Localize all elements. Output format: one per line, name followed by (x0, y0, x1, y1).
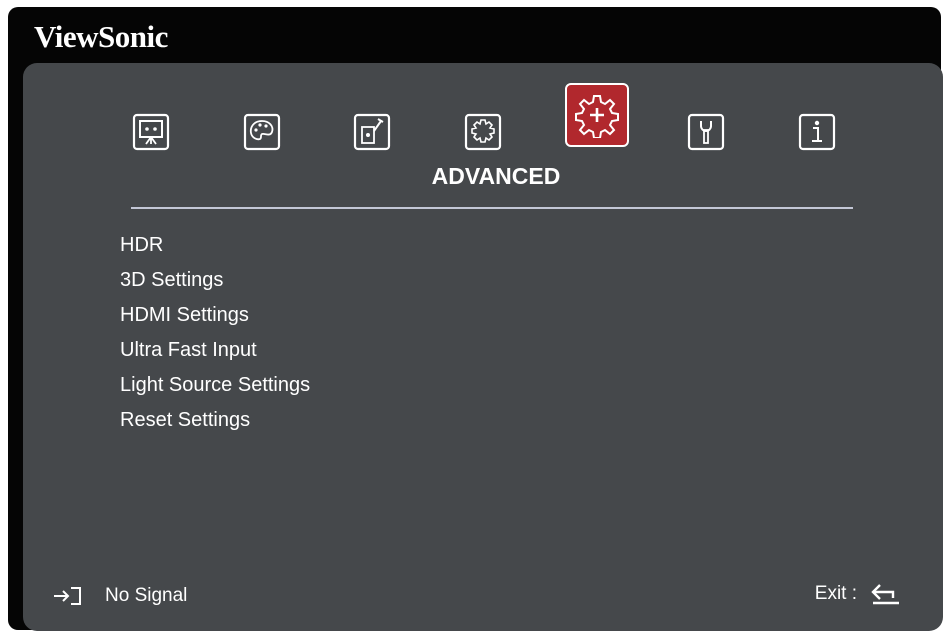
basic-gear-icon (464, 113, 502, 151)
tab-picture[interactable] (243, 113, 281, 151)
menu-item-hdr[interactable]: HDR (120, 233, 310, 268)
signal-status: No Signal (53, 585, 187, 607)
picture-palette-icon (243, 113, 281, 151)
tab-basic[interactable] (464, 113, 502, 151)
menu-item-3d-settings[interactable]: 3D Settings (120, 268, 310, 303)
tab-audio[interactable] (353, 113, 391, 151)
system-wrench-icon (687, 113, 725, 151)
menu-list: HDR 3D Settings HDMI Settings Ultra Fast… (120, 233, 310, 443)
input-source-icon (54, 587, 81, 605)
tab-information[interactable] (798, 113, 836, 151)
information-icon (798, 113, 836, 151)
osd-window: ViewSonic ADVANCED HDR 3D Settings HDMI … (8, 7, 943, 631)
divider (131, 207, 853, 209)
menu-item-hdmi-settings[interactable]: HDMI Settings (120, 303, 310, 338)
section-title: ADVANCED (431, 163, 561, 189)
menu-panel: ADVANCED HDR 3D Settings HDMI Settings U… (23, 63, 943, 631)
return-arrow-icon (871, 584, 899, 605)
exit-label: Exit : (814, 583, 857, 604)
menu-item-reset-settings[interactable]: Reset Settings (120, 408, 310, 443)
menu-item-ultra-fast-input[interactable]: Ultra Fast Input (120, 338, 310, 373)
display-icon (132, 113, 170, 151)
signal-status-text: No Signal (105, 585, 188, 606)
tab-display[interactable] (132, 113, 170, 151)
exit-hint[interactable]: Exit : (815, 583, 901, 605)
advanced-gear-icon (575, 95, 619, 138)
menu-item-light-source-settings[interactable]: Light Source Settings (120, 373, 310, 408)
audio-settings-icon (353, 113, 391, 151)
tab-system[interactable] (687, 113, 725, 151)
brand-logo: ViewSonic (34, 19, 168, 54)
tab-advanced[interactable] (565, 83, 629, 147)
